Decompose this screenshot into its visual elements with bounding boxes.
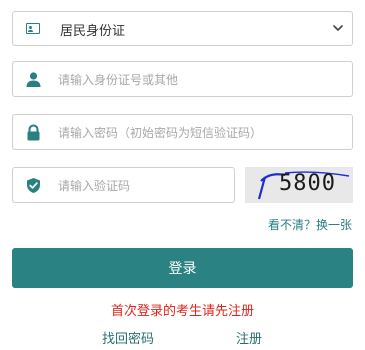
captcha-code: 5800 xyxy=(279,171,336,196)
user-icon xyxy=(26,72,41,87)
shield-check-icon xyxy=(27,178,40,193)
captcha-image[interactable]: 5800 xyxy=(245,167,353,203)
refresh-captcha-link[interactable]: 看不清？换一张 xyxy=(268,216,352,233)
login-button[interactable]: 登录 xyxy=(12,248,353,288)
register-link[interactable]: 注册 xyxy=(236,328,262,347)
login-form: 居民身份证 请输入身份证号或其他 请输入密码（初始密码为短信验证码） 请输入验证… xyxy=(0,0,365,350)
id-number-input[interactable]: 请输入身份证号或其他 xyxy=(12,61,353,97)
id-card-icon xyxy=(26,23,40,34)
captcha-placeholder: 请输入验证码 xyxy=(58,179,131,193)
password-input[interactable]: 请输入密码（初始密码为短信验证码） xyxy=(12,114,353,150)
lock-icon xyxy=(27,124,40,141)
captcha-input[interactable]: 请输入验证码 xyxy=(12,167,235,203)
id-number-placeholder: 请输入身份证号或其他 xyxy=(58,73,179,87)
forgot-password-link[interactable]: 找回密码 xyxy=(102,328,154,347)
id-type-selected-value: 居民身份证 xyxy=(60,24,126,39)
chevron-down-icon xyxy=(333,25,343,31)
id-type-select[interactable]: 居民身份证 xyxy=(12,11,353,46)
password-placeholder: 请输入密码（初始密码为短信验证码） xyxy=(58,126,263,140)
first-login-notice: 首次登录的考生请先注册 xyxy=(110,304,254,319)
